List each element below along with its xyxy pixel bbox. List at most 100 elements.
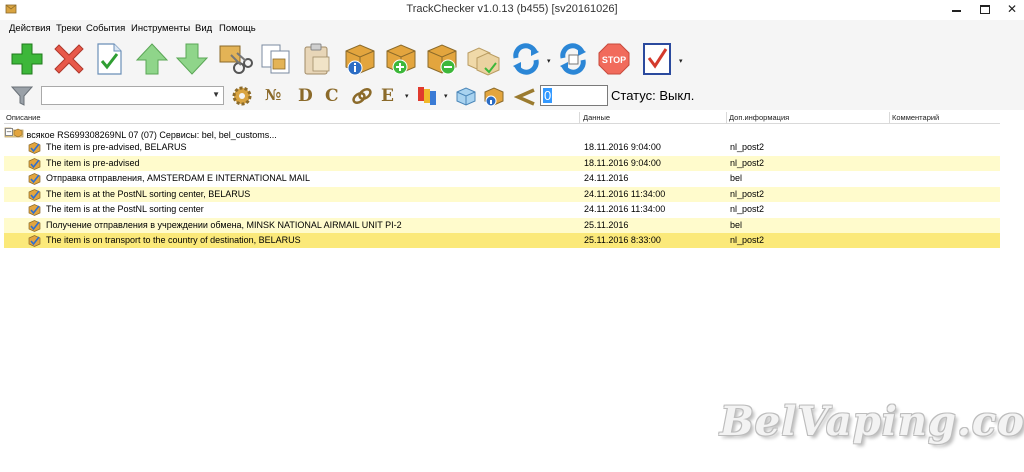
event-service: nl_post2 [730,157,765,168]
event-date: 25.11.2016 8:33:00 [584,235,661,245]
flags-dropdown-icon[interactable]: ▾ [444,92,450,100]
move-up-button[interactable] [134,41,170,77]
package-check-icon [28,188,41,201]
check-document-button[interactable] [91,41,127,77]
event-service: nl_post2 [730,188,765,199]
comment-filter-button[interactable]: C [325,86,339,106]
minimize-icon [952,10,961,12]
status-label: Статус: Выкл. [611,88,695,103]
event-row[interactable]: The item is at the PostNL sorting center… [4,186,1000,202]
event-description: Отправка отправления, AMSTERDAM E INTERN… [46,173,310,183]
event-description: Получение отправления в учреждении обмен… [46,219,402,230]
event-row[interactable]: The item is pre-advised 18.11.2016 9:04:0… [4,155,1000,171]
package-check-icon [28,173,41,185]
copy-button[interactable] [258,41,294,77]
watermark: BelVaping.com [720,398,1024,445]
counter-value: 0 [543,88,553,103]
stop-button[interactable]: STOP [596,41,632,77]
package-add-button[interactable] [383,41,419,77]
maximize-icon [980,5,990,14]
event-description: The item is at the PostNL sorting center… [46,188,251,199]
group-info: 07 (07) Сервисы: bel, bel_customs... [128,130,277,140]
cut-button[interactable] [217,41,253,77]
column-header-data[interactable]: Данные [583,113,610,122]
checklist-dropdown-icon[interactable]: ▾ [679,57,685,65]
filter-toolbar: ▼ № D C E ▾ ▾ 0 Статус: Выкл. [0,82,1024,110]
date-filter-button[interactable]: D [298,86,313,106]
package-check-icon [28,219,41,232]
refresh-all-button[interactable] [555,41,591,77]
paste-button[interactable] [299,41,335,77]
chevron-down-icon[interactable]: ▼ [212,90,220,99]
event-service: bel [730,219,743,230]
package-check-icon [28,142,41,154]
filter-icon[interactable] [10,84,34,108]
menu-bar: Действия Треки События Инструменты Вид П… [0,20,1024,37]
column-separator[interactable] [889,112,890,124]
flags-icon[interactable] [416,84,440,108]
checklist-button[interactable] [640,41,676,77]
event-row[interactable]: Получение отправления в учреждении обмен… [4,217,1000,233]
package-info-button[interactable] [342,41,378,77]
event-description: The item is pre-advised [46,157,140,168]
column-header-info[interactable]: Доп.информация [729,113,789,122]
refresh-dropdown-icon[interactable]: ▾ [547,57,553,65]
event-service: bel [730,173,743,183]
column-separator[interactable] [579,112,580,124]
package-check-icon [28,235,41,247]
event-row[interactable]: The item is on transport to the country … [4,233,1000,248]
event-description: The item is on transport to the country … [46,235,301,245]
cube-icon[interactable] [454,84,478,108]
box-info-icon[interactable] [482,84,506,108]
extra-filter-dropdown-icon[interactable]: ▾ [405,92,411,100]
counter-input[interactable]: 0 [540,85,608,106]
collapse-icon[interactable]: – [5,128,13,136]
event-row[interactable]: The item is at the PostNL sorting center… [4,202,1000,217]
menu-events[interactable]: События [86,23,125,34]
link-icon[interactable] [350,84,374,108]
menu-actions[interactable]: Действия [9,23,51,34]
add-track-button[interactable] [9,41,45,77]
event-date: 24.11.2016 11:34:00 [584,204,666,214]
column-header-comment[interactable]: Комментарий [892,113,939,122]
event-description: The item is at the PostNL sorting center [46,204,204,214]
svg-text:STOP: STOP [602,55,626,65]
packages-button[interactable] [465,41,501,77]
close-button[interactable]: ✕ [997,0,1024,20]
event-row[interactable]: The item is pre-advised, BELARUS 18.11.20… [4,140,1000,155]
event-service: nl_post2 [730,204,765,214]
group-row[interactable]: – всякое RS699308269NL 07 (07) Сервисы: … [4,125,1000,140]
close-icon: ✕ [1006,2,1018,16]
grid-header: Описание Данные Доп.информация Комментар… [4,112,1000,124]
event-date: 24.11.2016 [584,173,629,183]
menu-tracks[interactable]: Треки [56,23,81,34]
package-check-icon [28,204,41,216]
package-check-icon [28,157,41,170]
menu-tools[interactable]: Инструменты [131,23,190,34]
group-name: всякое [26,130,55,140]
event-service: nl_post2 [730,235,765,245]
number-filter-button[interactable]: № [265,86,281,104]
move-down-button[interactable] [174,41,210,77]
filter-combobox[interactable]: ▼ [41,86,224,105]
event-date: 18.11.2016 9:04:00 [584,157,661,168]
event-row[interactable]: Отправка отправления, AMSTERDAM E INTERN… [4,171,1000,186]
menu-help[interactable]: Помощь [219,23,256,34]
gear-icon[interactable] [230,84,254,108]
extra-filter-button[interactable]: E [381,86,394,106]
column-separator[interactable] [726,112,727,124]
package-remove-button[interactable] [424,41,460,77]
title-bar: TrackChecker v1.0.13 (b455) [sv20161026]… [0,0,1024,20]
event-date: 24.11.2016 11:34:00 [584,188,666,199]
event-date: 25.11.2016 [584,219,629,230]
delete-track-button[interactable] [51,41,87,77]
column-header-description[interactable]: Описание [6,113,41,122]
group-track-number: RS699308269NL [57,130,126,140]
window-title: TrackChecker v1.0.13 (b455) [sv20161026] [406,3,618,15]
refresh-button[interactable] [508,41,544,77]
minimize-button[interactable] [941,0,971,20]
menu-view[interactable]: Вид [195,23,212,34]
less-than-icon[interactable] [514,84,538,108]
event-service: nl_post2 [730,142,765,152]
maximize-button[interactable] [970,0,1000,20]
